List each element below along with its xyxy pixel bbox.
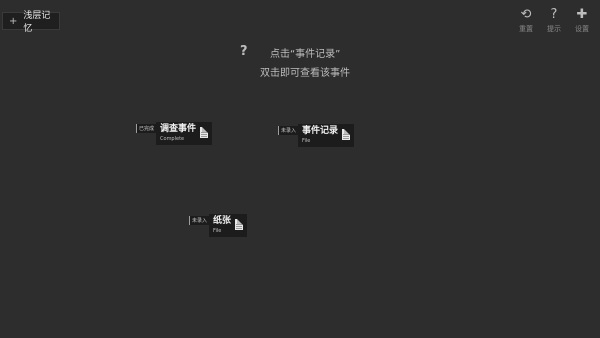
event-card[interactable]: 调查事件 Complete bbox=[156, 122, 213, 145]
document-icon bbox=[235, 219, 244, 230]
event-node-record[interactable]: 未录入 事件记录 File bbox=[278, 124, 355, 147]
event-subtitle: Complete bbox=[160, 136, 185, 142]
document-icon bbox=[342, 129, 351, 140]
shallow-memory-button[interactable]: + 浅层记忆 bbox=[2, 11, 60, 34]
event-title: 事件记录 bbox=[302, 126, 339, 136]
reset-button[interactable]: ⟲ 重置 bbox=[516, 8, 536, 34]
event-status-tag: 未录入 bbox=[189, 216, 210, 225]
event-title: 调查事件 bbox=[160, 124, 197, 134]
settings-button[interactable]: ✚ 设置 bbox=[572, 8, 592, 34]
plus-icon: + bbox=[9, 15, 18, 27]
event-status-tag: 已完成 bbox=[136, 124, 157, 133]
hint-button[interactable]: ? 提示 bbox=[544, 8, 564, 34]
event-subtitle: File bbox=[213, 228, 222, 234]
event-status-tag: 未录入 bbox=[278, 126, 299, 135]
event-title: 纸张 bbox=[213, 216, 232, 226]
shallow-memory-label: 浅层记忆 bbox=[23, 11, 51, 34]
hint-line-1: 点击“事件记录” bbox=[270, 49, 341, 60]
document-icon bbox=[200, 127, 209, 138]
hint-line-2: 双击即可查看该事件 bbox=[260, 68, 350, 79]
reset-label: 重置 bbox=[519, 25, 533, 33]
reset-icon: ⟲ bbox=[520, 7, 532, 22]
event-subtitle: File bbox=[302, 138, 311, 144]
top-actions: ⟲ 重置 ? 提示 ✚ 设置 bbox=[516, 8, 592, 34]
event-card[interactable]: 事件记录 File bbox=[298, 124, 355, 147]
event-node-investigate[interactable]: 已完成 调查事件 Complete bbox=[136, 122, 213, 145]
event-node-paper[interactable]: 未录入 纸张 File bbox=[189, 214, 248, 237]
hint-label: 提示 bbox=[547, 25, 561, 33]
hint-icon: ? bbox=[550, 7, 558, 22]
settings-icon: ✚ bbox=[576, 7, 588, 22]
settings-label: 设置 bbox=[575, 25, 589, 33]
event-card[interactable]: 纸张 File bbox=[209, 214, 248, 237]
question-icon: ? bbox=[240, 44, 248, 59]
